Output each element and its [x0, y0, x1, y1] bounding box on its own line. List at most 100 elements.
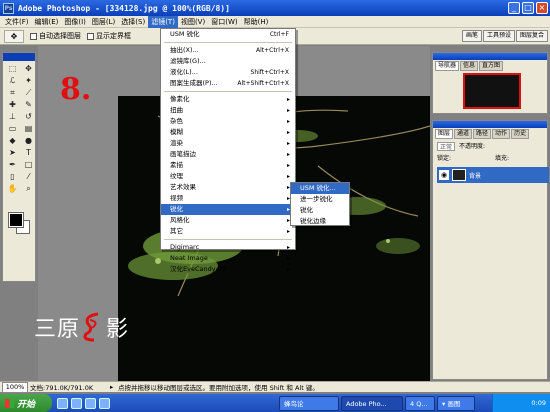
taskbar-item-forum[interactable]: 蜂鸟论	[279, 395, 339, 411]
sharpen-submenu: USM 锐化... 进一步锐化 锐化 锐化边缘	[290, 182, 350, 226]
shape-tool-icon[interactable]: □	[21, 159, 36, 170]
panel-header[interactable]	[433, 53, 547, 60]
auto-select-layer-label: 自动选择图层	[39, 32, 81, 40]
submenu-item-unsharp-mask[interactable]: USM 锐化...	[291, 183, 349, 194]
menu-image[interactable]: 图像(I)	[61, 16, 89, 28]
foreground-color-swatch[interactable]	[8, 212, 24, 228]
menu-item-pixelate[interactable]: 像素化 ▸	[161, 94, 295, 105]
menu-item-extract[interactable]: 抽出(X)... Alt+Ctrl+X	[161, 45, 295, 56]
tab-tool-presets[interactable]: 工具预设	[482, 30, 515, 42]
eraser-tool-icon[interactable]: ▭	[5, 123, 20, 134]
menu-item-liquify[interactable]: 液化(L)... Shift+Ctrl+X	[161, 67, 295, 78]
clock[interactable]: 0:09	[531, 399, 546, 407]
lasso-tool-icon[interactable]: ℒ	[5, 75, 20, 86]
layer-row-background[interactable]: ◉ 背景	[437, 167, 549, 183]
hand-tool-icon[interactable]: ✋	[5, 183, 20, 194]
tab-brushes[interactable]: 画笔	[461, 30, 482, 42]
menu-item-distort[interactable]: 扭曲 ▸	[161, 105, 295, 116]
start-button[interactable]: 开始	[0, 394, 52, 412]
tab-history[interactable]: 历史	[511, 129, 530, 139]
tab-paths[interactable]: 路径	[473, 129, 492, 139]
taskbar: 开始 蜂鸟论 Adobe Pho... 4 Q... ▾ 画图 0:09	[0, 394, 550, 412]
quicklaunch-icon[interactable]	[57, 397, 68, 409]
stamp-tool-icon[interactable]: ⊥	[5, 111, 20, 122]
panel-header[interactable]	[433, 121, 547, 128]
brush-tool-icon[interactable]: ✎	[21, 99, 36, 110]
menu-help[interactable]: 帮助(H)	[241, 16, 272, 28]
menu-layer[interactable]: 图层(L)	[89, 16, 118, 28]
minimize-button[interactable]: _	[508, 2, 520, 14]
menu-window[interactable]: 窗口(W)	[208, 16, 240, 28]
status-menu-arrow[interactable]: ▸	[110, 383, 118, 391]
crop-tool-icon[interactable]: ⌗	[5, 87, 20, 98]
menu-filter[interactable]: 滤镜(T)	[148, 15, 178, 28]
menu-item-sharpen[interactable]: 锐化 ▸	[161, 204, 295, 215]
menu-item-pattern-maker[interactable]: 图案生成器(P)... Alt+Shift+Ctrl+X	[161, 78, 295, 89]
submenu-item-sharpen-more[interactable]: 进一步锐化	[291, 194, 349, 205]
menu-view[interactable]: 视图(V)	[178, 16, 208, 28]
submenu-item-sharpen[interactable]: 锐化	[291, 205, 349, 216]
tab-navigator[interactable]: 导航器	[435, 61, 460, 71]
navigator-thumbnail[interactable]	[463, 73, 521, 109]
menu-item-eyecandy[interactable]: 汉化EyeCandy4.0 ▸	[161, 264, 295, 275]
menu-item-other[interactable]: 其它 ▸	[161, 226, 295, 237]
show-bounds-checkbox[interactable]: 显示定界框	[87, 31, 131, 41]
tab-actions[interactable]: 动作	[492, 129, 511, 139]
move-tool-icon[interactable]: ✥	[21, 63, 36, 74]
toolbox-header[interactable]	[3, 53, 35, 61]
menu-item-artistic[interactable]: 艺术效果 ▸	[161, 182, 295, 193]
tab-layer-comps[interactable]: 图层复合	[515, 30, 548, 42]
move-tool-preset-icon[interactable]: ✥	[4, 29, 24, 43]
taskbar-item-qq[interactable]: 4 Q...	[405, 395, 435, 411]
maximize-button[interactable]: □	[522, 2, 534, 14]
menu-item-video[interactable]: 视频 ▸	[161, 193, 295, 204]
history-brush-tool-icon[interactable]: ↺	[21, 111, 36, 122]
taskbar-item-paint[interactable]: ▾ 画图	[437, 395, 475, 411]
marquee-tool-icon[interactable]: ⬚	[5, 63, 20, 74]
blend-mode-select[interactable]: 正常	[437, 142, 456, 151]
tab-layers[interactable]: 图层	[435, 129, 454, 139]
menu-item-digimarc[interactable]: Digimarc ▸	[161, 242, 295, 253]
zoom-tool-icon[interactable]: ⌕	[21, 183, 36, 194]
eye-icon[interactable]: ◉	[439, 170, 449, 180]
auto-select-layer-checkbox[interactable]: 自动选择图层	[30, 31, 81, 41]
navigator-tabs: 导航器 信息 直方图	[433, 60, 547, 72]
quicklaunch-icon[interactable]	[99, 397, 110, 409]
tab-histogram[interactable]: 直方图	[479, 61, 504, 71]
menu-item-unsharp-mask-last[interactable]: USM 锐化 Ctrl+F	[161, 29, 295, 40]
menu-file[interactable]: 文件(F)	[2, 16, 32, 28]
menu-item-texture[interactable]: 纹理 ▸	[161, 171, 295, 182]
menu-item-blur[interactable]: 模糊 ▸	[161, 127, 295, 138]
eyedropper-tool-icon[interactable]: ⁄	[21, 171, 36, 182]
dodge-tool-icon[interactable]: ●	[21, 135, 36, 146]
quicklaunch-icon[interactable]	[85, 397, 96, 409]
submenu-item-sharpen-edges[interactable]: 锐化边缘	[291, 216, 349, 227]
pen-tool-icon[interactable]: ✒	[5, 159, 20, 170]
menu-item-filter-gallery[interactable]: 滤镜库(G)...	[161, 56, 295, 67]
menu-item-noise[interactable]: 杂色 ▸	[161, 116, 295, 127]
quicklaunch-icon[interactable]	[71, 397, 82, 409]
slice-tool-icon[interactable]: ⟋	[21, 87, 36, 98]
close-button[interactable]: ×	[536, 2, 548, 14]
show-bounds-label: 显示定界框	[96, 32, 131, 40]
type-tool-icon[interactable]: T	[21, 147, 36, 158]
healing-brush-tool-icon[interactable]: ✚	[5, 99, 20, 110]
tab-info[interactable]: 信息	[460, 61, 479, 71]
taskbar-item-photoshop[interactable]: Adobe Pho...	[341, 395, 403, 411]
menu-item-neat-image[interactable]: Neat Image ▸	[161, 253, 295, 264]
menu-edit[interactable]: 编辑(E)	[32, 16, 62, 28]
path-select-tool-icon[interactable]: ➤	[5, 147, 20, 158]
menu-item-sketch[interactable]: 素描 ▸	[161, 160, 295, 171]
menu-item-stylize[interactable]: 风格化 ▸	[161, 215, 295, 226]
menu-item-brush-strokes[interactable]: 画笔描边 ▸	[161, 149, 295, 160]
zoom-field[interactable]: 100%	[2, 381, 28, 393]
menu-select[interactable]: 选择(S)	[118, 16, 148, 28]
menu-item-render[interactable]: 渲染 ▸	[161, 138, 295, 149]
magic-wand-tool-icon[interactable]: ✦	[21, 75, 36, 86]
lock-row: 锁定: 填充:	[437, 154, 549, 163]
fill-label: 填充:	[495, 155, 510, 162]
notes-tool-icon[interactable]: ▯	[5, 171, 20, 182]
tab-channels[interactable]: 通道	[454, 129, 473, 139]
gradient-tool-icon[interactable]: ▤	[21, 123, 36, 134]
blur-tool-icon[interactable]: ◆	[5, 135, 20, 146]
